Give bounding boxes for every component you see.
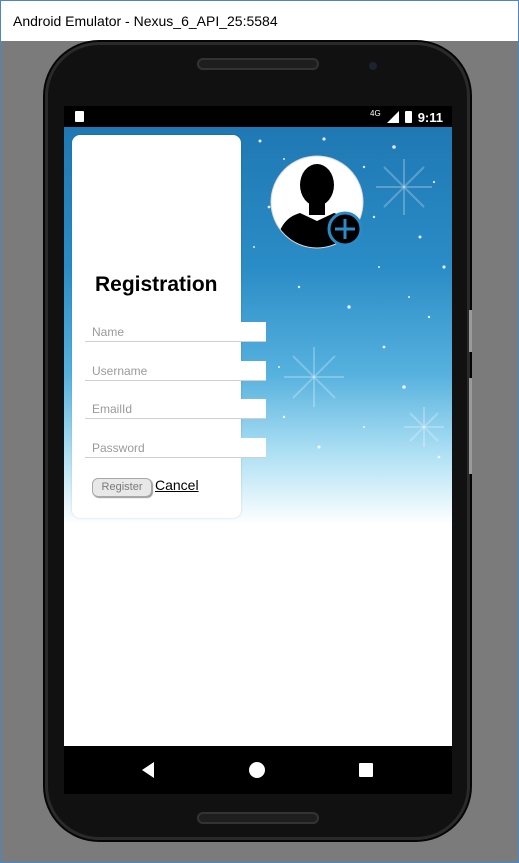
top-speaker (197, 58, 319, 70)
volume-button[interactable] (469, 310, 472, 352)
username-field[interactable] (85, 361, 266, 381)
device-screen: 4G 9:11 Registration Name Username Email… (64, 106, 452, 746)
clock: 9:11 (417, 109, 443, 125)
username-input[interactable] (92, 362, 262, 380)
sd-card-icon (75, 111, 84, 122)
password-field[interactable] (85, 438, 266, 458)
add-user-avatar-icon[interactable] (270, 155, 364, 249)
back-triangle-icon[interactable] (142, 762, 154, 778)
name-field[interactable] (85, 322, 266, 342)
registration-title: Registration (95, 273, 218, 296)
battery-icon (404, 111, 412, 123)
status-bar: 4G 9:11 (64, 106, 452, 127)
password-input[interactable] (92, 439, 262, 457)
signal-icon (386, 111, 399, 123)
power-button[interactable] (469, 378, 472, 474)
register-button[interactable]: Register (92, 478, 152, 497)
bottom-speaker (197, 812, 319, 824)
recent-apps-square-icon[interactable] (359, 763, 373, 777)
name-input[interactable] (92, 323, 262, 341)
window-title: Android Emulator - Nexus_6_API_25:5584 (1, 1, 518, 41)
home-circle-icon[interactable] (249, 762, 265, 778)
email-field[interactable] (85, 399, 266, 419)
navigation-bar (64, 746, 452, 794)
front-camera (369, 62, 377, 70)
cancel-link[interactable]: Cancel (155, 477, 199, 493)
email-input[interactable] (92, 400, 262, 418)
network-type: 4G (370, 108, 381, 118)
